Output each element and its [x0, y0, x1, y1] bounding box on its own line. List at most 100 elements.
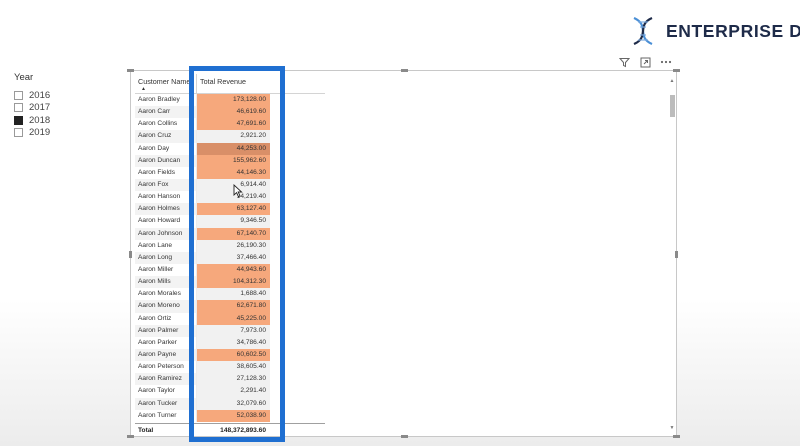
slicer-item-2018[interactable]: 2018	[14, 114, 50, 127]
total-revenue-cell[interactable]: 37,466.40	[196, 251, 270, 264]
vertical-scrollbar[interactable]: ▲ ▼	[669, 77, 675, 432]
resize-handle[interactable]	[673, 69, 680, 72]
table-row[interactable]: Aaron Collins 47,691.60	[135, 118, 325, 131]
resize-handle[interactable]	[401, 69, 408, 72]
checkbox[interactable]	[14, 90, 23, 100]
table-row[interactable]: Aaron Morales 1,688.40	[135, 288, 325, 301]
total-revenue-cell[interactable]: 1,688.40	[196, 288, 270, 301]
total-revenue-cell[interactable]: 38,605.40	[196, 361, 270, 374]
customer-name-cell[interactable]: Aaron Mills	[135, 276, 196, 289]
customer-name-cell[interactable]: Aaron Moreno	[135, 300, 196, 313]
total-revenue-cell[interactable]: 2,291.40	[196, 385, 270, 398]
checkbox[interactable]	[14, 115, 23, 125]
total-revenue-cell[interactable]: 2,921.20	[196, 130, 270, 143]
table-row[interactable]: Aaron Lane 26,190.30	[135, 239, 325, 252]
slicer-item-2017[interactable]: 2017	[14, 102, 50, 115]
customer-name-cell[interactable]: Aaron Day	[135, 143, 196, 155]
total-revenue-cell[interactable]: 32,079.60	[196, 397, 270, 410]
table-row[interactable]: Aaron Bradley 173,128.00	[135, 94, 325, 107]
total-revenue-cell[interactable]: 62,671.80	[196, 300, 270, 313]
customer-name-cell[interactable]: Aaron Ortiz	[135, 313, 196, 325]
total-revenue-cell[interactable]: 46,619.60	[196, 106, 270, 119]
table-row[interactable]: Aaron Johnson 67,140.70	[135, 227, 325, 240]
column-header-total-revenue[interactable]: Total Revenue	[196, 74, 270, 93]
customer-name-cell[interactable]: Aaron Miller	[135, 264, 196, 276]
total-revenue-cell[interactable]: 173,128.00	[196, 94, 270, 107]
resize-handle[interactable]	[401, 435, 408, 438]
total-revenue-cell[interactable]: 104,312.30	[196, 276, 270, 289]
checkbox[interactable]	[14, 128, 23, 138]
customer-name-cell[interactable]: Aaron Carr	[135, 106, 196, 119]
table-row[interactable]: Aaron Tucker 32,079.60	[135, 397, 325, 410]
resize-handle[interactable]	[127, 435, 134, 438]
customer-name-cell[interactable]: Aaron Fox	[135, 178, 196, 192]
table-row[interactable]: Aaron Duncan 155,962.60	[135, 154, 325, 167]
table-row[interactable]: Aaron Ramirez 27,128.30	[135, 373, 325, 386]
customer-name-cell[interactable]: Aaron Peterson	[135, 361, 196, 373]
filter-icon[interactable]	[617, 55, 631, 69]
customer-name-cell[interactable]: Aaron Holmes	[135, 203, 196, 216]
resize-handle[interactable]	[673, 435, 680, 438]
total-revenue-cell[interactable]: 67,140.70	[196, 227, 270, 240]
table-row[interactable]: Aaron Long 37,466.40	[135, 251, 325, 264]
table-row[interactable]: Aaron Hanson 14,219.40	[135, 191, 325, 204]
focus-mode-icon[interactable]	[638, 55, 652, 69]
customer-name-cell[interactable]: Aaron Taylor	[135, 385, 196, 397]
resize-handle[interactable]	[129, 251, 132, 258]
total-revenue-cell[interactable]: 14,219.40	[196, 191, 270, 204]
table-row[interactable]: Aaron Mills 104,312.30	[135, 276, 325, 289]
table-row[interactable]: Aaron Payne 60,602.50	[135, 348, 325, 362]
table-row[interactable]: Aaron Cruz 2,921.20	[135, 130, 325, 143]
customer-name-cell[interactable]: Aaron Parker	[135, 337, 196, 349]
total-revenue-cell[interactable]: 63,127.40	[196, 203, 270, 216]
customer-name-cell[interactable]: Aaron Tucker	[135, 397, 196, 410]
customer-name-cell[interactable]: Aaron Fields	[135, 167, 196, 179]
scroll-up-icon[interactable]: ▲	[669, 77, 675, 85]
table-row[interactable]: Aaron Taylor 2,291.40	[135, 385, 325, 398]
customer-name-cell[interactable]: Aaron Duncan	[135, 154, 196, 167]
table-row[interactable]: Aaron Peterson 38,605.40	[135, 361, 325, 374]
table-row[interactable]: Aaron Fields 44,146.30	[135, 166, 325, 179]
customer-name-cell[interactable]: Aaron Payne	[135, 348, 196, 362]
customer-name-cell[interactable]: Aaron Bradley	[135, 94, 196, 106]
total-revenue-cell[interactable]: 7,973.00	[196, 324, 270, 337]
table-row[interactable]: Aaron Parker 34,786.40	[135, 336, 325, 349]
scroll-track[interactable]	[669, 85, 675, 424]
total-revenue-cell[interactable]: 34,786.40	[196, 336, 270, 349]
total-revenue-cell[interactable]: 44,943.60	[196, 263, 270, 277]
more-options-icon[interactable]	[659, 55, 673, 69]
resize-handle[interactable]	[675, 251, 678, 258]
slicer-item-2019[interactable]: 2019	[14, 127, 50, 140]
table-row[interactable]: Aaron Howard 9,346.50	[135, 215, 325, 228]
total-revenue-cell[interactable]: 44,146.30	[196, 166, 270, 179]
total-revenue-cell[interactable]: 6,914.40	[196, 178, 270, 192]
table-visual[interactable]: Customer Name Total Revenue ▲ Aaron Brad…	[127, 69, 680, 438]
customer-name-cell[interactable]: Aaron Collins	[135, 118, 196, 130]
customer-name-cell[interactable]: Aaron Palmer	[135, 324, 196, 337]
customer-name-cell[interactable]: Aaron Howard	[135, 215, 196, 227]
scroll-thumb[interactable]	[669, 95, 675, 117]
customer-name-cell[interactable]: Aaron Long	[135, 251, 196, 264]
total-revenue-cell[interactable]: 52,038.90	[196, 409, 270, 422]
customer-name-cell[interactable]: Aaron Hanson	[135, 191, 196, 203]
total-revenue-cell[interactable]: 26,190.30	[196, 239, 270, 252]
slicer-item-2016[interactable]: 2016	[14, 89, 50, 102]
table-row[interactable]: Aaron Holmes 63,127.40	[135, 203, 325, 216]
total-revenue-cell[interactable]: 60,602.50	[196, 348, 270, 362]
customer-name-cell[interactable]: Aaron Turner	[135, 410, 196, 422]
total-revenue-cell[interactable]: 155,962.60	[196, 154, 270, 167]
customer-name-cell[interactable]: Aaron Johnson	[135, 227, 196, 240]
total-revenue-cell[interactable]: 9,346.50	[196, 215, 270, 228]
table-row[interactable]: Aaron Palmer 7,973.00	[135, 324, 325, 337]
checkbox[interactable]	[14, 103, 23, 113]
table-row[interactable]: Aaron Fox 6,914.40	[135, 178, 325, 192]
table-row[interactable]: Aaron Moreno 62,671.80	[135, 300, 325, 313]
total-revenue-cell[interactable]: 44,253.00	[196, 142, 270, 155]
table-row[interactable]: Aaron Turner 52,038.90	[135, 409, 325, 422]
scroll-down-icon[interactable]: ▼	[669, 424, 675, 432]
total-revenue-cell[interactable]: 47,691.60	[196, 118, 270, 131]
table-row[interactable]: Aaron Carr 46,619.60	[135, 106, 325, 119]
customer-name-cell[interactable]: Aaron Ramirez	[135, 373, 196, 386]
total-revenue-cell[interactable]: 27,128.30	[196, 373, 270, 386]
resize-handle[interactable]	[127, 69, 134, 72]
